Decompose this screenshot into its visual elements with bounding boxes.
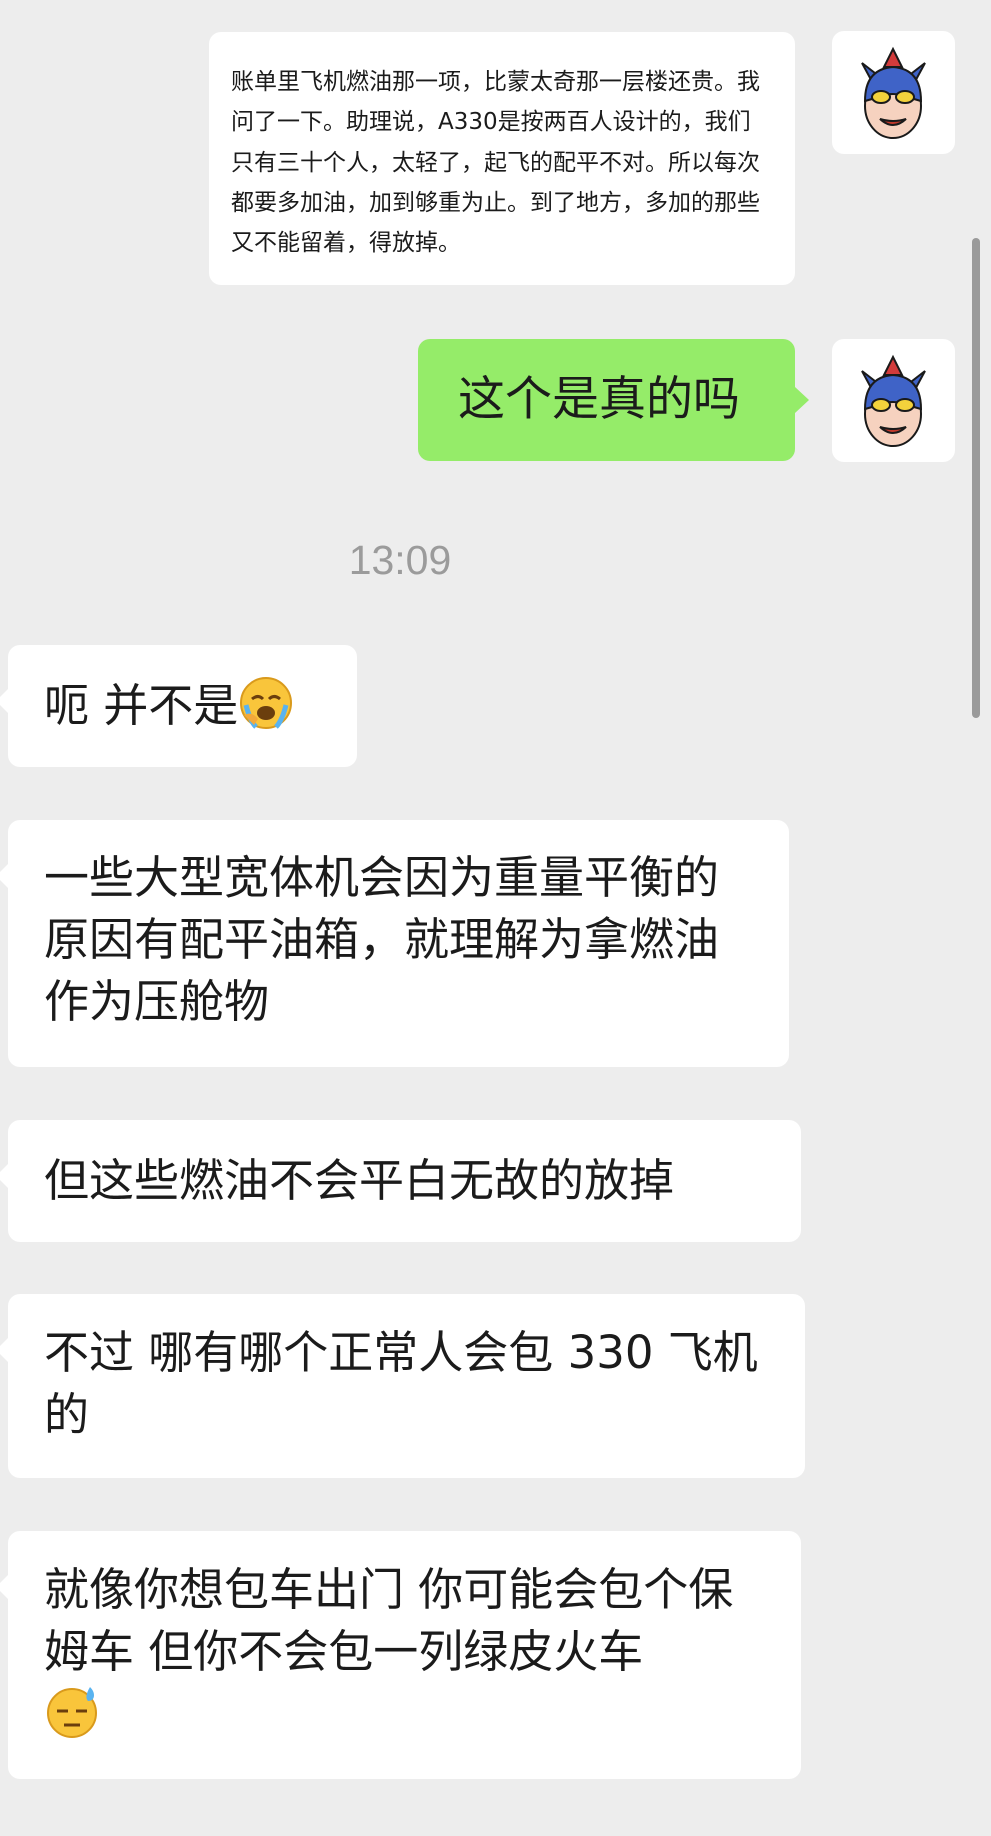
message-text: 这个是真的吗: [458, 372, 740, 427]
message-text: 呃 并不是: [44, 679, 239, 732]
scrollbar[interactable]: [972, 238, 980, 718]
message-text: 不过 哪有哪个正常人会包 330 飞机的: [44, 1326, 758, 1441]
message-bubble-self-2[interactable]: 这个是真的吗: [418, 339, 809, 461]
downcast-sweat-emoji: [44, 1687, 100, 1740]
masked-hero-avatar-icon: [861, 46, 926, 139]
message-text: 账单里飞机燃油那一项，比蒙太奇那一层楼还贵。我问了一下。助理说，A330是按两百…: [231, 69, 760, 256]
message-text: 一些大型宽体机会因为重量平衡的原因有配平油箱，就理解为拿燃油作为压舱物: [44, 851, 720, 1028]
message-bubble-other-2[interactable]: 一些大型宽体机会因为重量平衡的原因有配平油箱，就理解为拿燃油作为压舱物: [0, 820, 789, 1067]
message-bubble-other-5[interactable]: 就像你想包车出门 你可能会包个保姆车 但你不会包一列绿皮火车: [0, 1531, 801, 1779]
message-bubble-other-3[interactable]: 但这些燃油不会平白无故的放掉: [0, 1120, 801, 1242]
avatar[interactable]: [832, 339, 955, 462]
message-bubble-self-1[interactable]: 账单里飞机燃油那一项，比蒙太奇那一层楼还贵。我问了一下。助理说，A330是按两百…: [209, 32, 795, 285]
message-bubble-other-4[interactable]: 不过 哪有哪个正常人会包 330 飞机的: [0, 1294, 805, 1478]
message-text: 就像你想包车出门 你可能会包个保姆车 但你不会包一列绿皮火车: [44, 1563, 734, 1678]
face-with-tears-emoji: [238, 677, 294, 732]
masked-hero-avatar-icon: [861, 354, 926, 447]
message-text: 但这些燃油不会平白无故的放掉: [44, 1154, 675, 1207]
message-bubble-other-1[interactable]: 呃 并不是: [0, 645, 357, 767]
message-timestamp: 13:09: [348, 537, 452, 583]
avatar[interactable]: [832, 31, 955, 154]
